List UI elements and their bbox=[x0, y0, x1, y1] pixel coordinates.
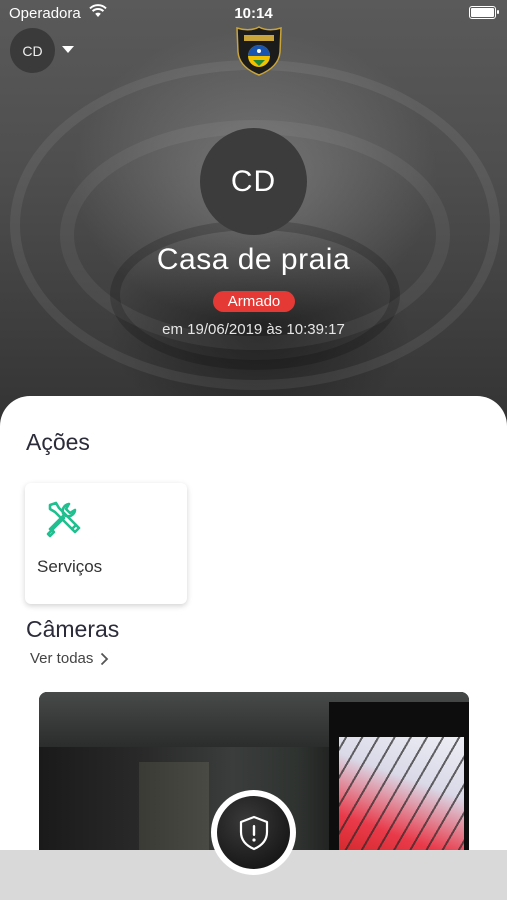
services-label: Serviços bbox=[37, 557, 103, 576]
see-all-label: Ver todas bbox=[30, 650, 94, 667]
hero-header: Operadora 10:14 CD CD Casa de praia Arma… bbox=[0, 0, 507, 430]
battery-icon bbox=[469, 6, 499, 19]
property-name: Casa de praia bbox=[156, 243, 351, 276]
status-badge: Armado bbox=[213, 291, 295, 312]
actions-heading: Ações bbox=[26, 429, 90, 455]
account-switcher[interactable]: CD bbox=[10, 28, 55, 73]
services-action-card[interactable]: Serviços bbox=[25, 483, 187, 604]
chevron-right-icon bbox=[101, 652, 109, 665]
tools-icon bbox=[46, 501, 81, 538]
avatar-initials: CD bbox=[230, 164, 277, 198]
chevron-down-icon[interactable] bbox=[62, 46, 74, 53]
shield-alert-icon bbox=[239, 815, 268, 850]
account-initials: CD bbox=[22, 42, 43, 59]
status-timestamp: em 19/06/2019 às 10:39:17 bbox=[162, 321, 345, 338]
police-badge-logo bbox=[236, 26, 282, 76]
cameras-heading: Câmeras bbox=[26, 616, 120, 642]
property-avatar: CD bbox=[200, 128, 307, 235]
panic-button[interactable] bbox=[211, 790, 296, 875]
see-all-cameras-link[interactable]: Ver todas bbox=[30, 650, 109, 667]
status-bar: Operadora 10:14 bbox=[0, 0, 507, 26]
clock: 10:14 bbox=[234, 5, 273, 22]
